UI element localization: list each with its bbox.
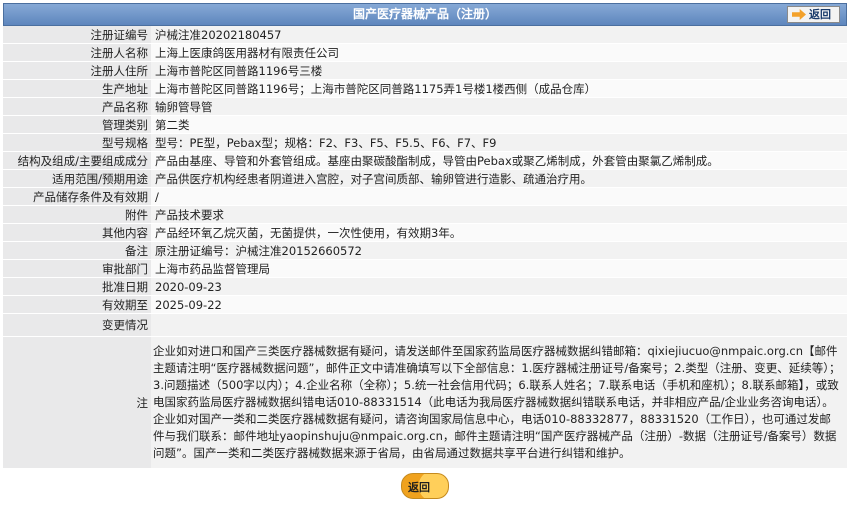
row-label: 管理类别: [3, 115, 151, 134]
row-label: 批准日期: [3, 277, 151, 296]
table-row: 变更情况: [3, 313, 847, 337]
row-label: 生产地址: [3, 79, 151, 98]
row-label: 产品储存条件及有效期: [3, 187, 151, 206]
table-row: 审批部门 上海市药品监督管理局: [3, 259, 847, 278]
table-row: 结构及组成/主要组成成分 产品由基座、导管和外套管组成。基座由聚碳酸酯制成，导管由…: [3, 151, 847, 170]
detail-panel: 国产医疗器械产品（注册） 返回 注册证编号 沪械注准20202180457 注册人名…: [3, 3, 847, 499]
row-value: 上海市药品监督管理局: [151, 259, 847, 278]
row-label: 审批部门: [3, 259, 151, 278]
row-label: 注册人名称: [3, 43, 151, 62]
table-row: 产品名称 输卵管导管: [3, 97, 847, 116]
row-value: /: [151, 187, 847, 206]
row-value: 原注册证编号：沪械注准20152660572: [151, 241, 847, 260]
row-value: 2025-09-22: [151, 295, 847, 314]
row-value: 产品供医疗机构经患者阴道进入宫腔，对子宫间质部、输卵管进行造影、疏通治疗用。: [151, 169, 847, 188]
row-value: 产品由基座、导管和外套管组成。基座由聚碳酸酯制成，导管由Pebax或聚乙烯制成，…: [151, 151, 847, 170]
table-row: 注册人住所 上海市普陀区同普路1196号三楼: [3, 61, 847, 80]
page-title: 国产医疗器械产品（注册）: [352, 7, 497, 21]
row-label: 结构及组成/主要组成成分: [3, 151, 151, 170]
note-text: 企业如对进口和国产三类医疗器械数据有疑问，请发送邮件至国家药监局医疗器械数据纠错…: [151, 336, 847, 469]
row-value: 产品技术要求: [151, 205, 847, 224]
note-label: 注: [3, 336, 151, 469]
table-row: 产品储存条件及有效期 /: [3, 187, 847, 206]
detail-table: 注册证编号 沪械注准20202180457 注册人名称 上海上医康鸽医用器材有限责任公…: [3, 26, 847, 469]
row-label: 变更情况: [3, 313, 151, 337]
row-value: 产品经环氧乙烷灭菌，无菌提供，一次性使用，有效期3年。: [151, 223, 847, 242]
arrow-right-icon: [792, 9, 806, 20]
row-label: 注册证编号: [3, 26, 151, 44]
row-value: 上海上医康鸽医用器材有限责任公司: [151, 43, 847, 62]
row-value: 输卵管导管: [151, 97, 847, 116]
table-row: 注册人名称 上海上医康鸽医用器材有限责任公司: [3, 43, 847, 62]
row-label: 适用范围/预期用途: [3, 169, 151, 188]
table-row: 型号规格 型号：PE型，Pebax型；规格：F2、F3、F5、F5.5、F6、F7…: [3, 133, 847, 152]
row-value: 沪械注准20202180457: [151, 26, 847, 44]
row-label: 其他内容: [3, 223, 151, 242]
table-row: 管理类别 第二类: [3, 115, 847, 134]
row-value: [151, 313, 847, 337]
row-value: 上海市普陀区同普路1196号三楼: [151, 61, 847, 80]
row-label: 附件: [3, 205, 151, 224]
row-label: 备注: [3, 241, 151, 260]
table-row: 附件 产品技术要求: [3, 205, 847, 224]
back-button-top[interactable]: 返回: [787, 6, 840, 23]
row-value: 2020-09-23: [151, 277, 847, 296]
row-value: 第二类: [151, 115, 847, 134]
footer: 返回: [3, 469, 847, 499]
table-row: 备注 原注册证编号：沪械注准20152660572: [3, 241, 847, 260]
row-value: 型号：PE型，Pebax型；规格：F2、F3、F5、F5.5、F6、F7、F9: [151, 133, 847, 152]
row-label: 注册人住所: [3, 61, 151, 80]
table-row: 生产地址 上海市普陀区同普路1196号；上海市普陀区同普路1175弄1号楼1楼西侧…: [3, 79, 847, 98]
row-label: 有效期至: [3, 295, 151, 314]
row-value: 上海市普陀区同普路1196号；上海市普陀区同普路1175弄1号楼1楼西侧（成品仓…: [151, 79, 847, 98]
table-row: 注册证编号 沪械注准20202180457: [3, 26, 847, 44]
table-row: 适用范围/预期用途 产品供医疗机构经患者阴道进入宫腔，对子宫间质部、输卵管进行造影…: [3, 169, 847, 188]
title-bar: 国产医疗器械产品（注册） 返回: [3, 3, 847, 26]
back-button-bottom[interactable]: 返回: [401, 473, 449, 499]
row-label: 型号规格: [3, 133, 151, 152]
note-row: 注 企业如对进口和国产三类医疗器械数据有疑问，请发送邮件至国家药监局医疗器械数据…: [3, 336, 847, 469]
back-button-label: 返回: [809, 8, 831, 21]
back-button-bottom-label: 返回: [408, 481, 430, 494]
table-row: 有效期至 2025-09-22: [3, 295, 847, 314]
table-row: 批准日期 2020-09-23: [3, 277, 847, 296]
row-label: 产品名称: [3, 97, 151, 116]
table-row: 其他内容 产品经环氧乙烷灭菌，无菌提供，一次性使用，有效期3年。: [3, 223, 847, 242]
